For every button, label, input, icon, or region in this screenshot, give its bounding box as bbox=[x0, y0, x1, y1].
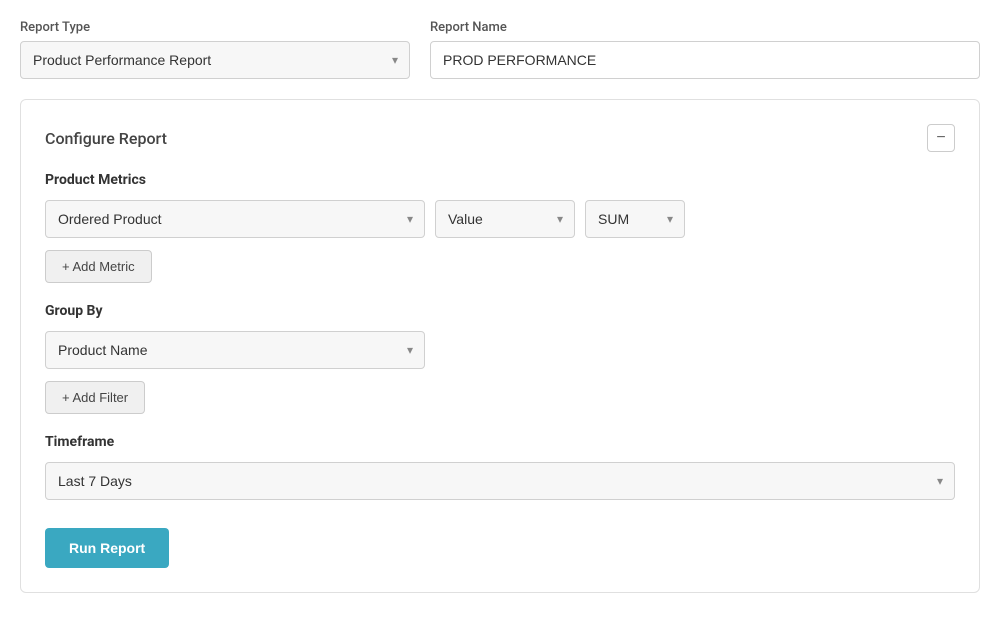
report-type-select-wrapper: Product Performance Report ▾ bbox=[20, 41, 410, 79]
collapse-icon: − bbox=[936, 129, 945, 147]
add-metric-label: + Add Metric bbox=[62, 259, 135, 274]
panel-header: Configure Report − bbox=[45, 124, 955, 152]
product-metrics-label: Product Metrics bbox=[45, 172, 955, 188]
report-name-field: Report Name bbox=[430, 20, 980, 79]
panel-title: Configure Report bbox=[45, 129, 167, 148]
group-by-section: Group By Product Name ▾ + Add Filter bbox=[45, 303, 955, 414]
timeframe-select-wrapper: Last 7 Days ▾ bbox=[45, 462, 955, 500]
report-name-input[interactable] bbox=[430, 41, 980, 79]
timeframe-section: Timeframe Last 7 Days ▾ bbox=[45, 434, 955, 500]
product-metrics-section: Product Metrics Ordered Product ▾ Value … bbox=[45, 172, 955, 283]
collapse-button[interactable]: − bbox=[927, 124, 955, 152]
report-type-field: Report Type Product Performance Report ▾ bbox=[20, 20, 410, 79]
ordered-product-select[interactable]: Ordered Product bbox=[45, 200, 425, 238]
add-filter-label: + Add Filter bbox=[62, 390, 128, 405]
timeframe-select[interactable]: Last 7 Days bbox=[45, 462, 955, 500]
group-by-row: Product Name ▾ bbox=[45, 331, 955, 369]
report-name-label: Report Name bbox=[430, 20, 980, 35]
report-type-label: Report Type bbox=[20, 20, 410, 35]
group-by-select[interactable]: Product Name bbox=[45, 331, 425, 369]
configure-report-panel: Configure Report − Product Metrics Order… bbox=[20, 99, 980, 593]
group-by-select-wrapper: Product Name ▾ bbox=[45, 331, 425, 369]
ordered-product-select-wrapper: Ordered Product ▾ bbox=[45, 200, 425, 238]
group-by-label: Group By bbox=[45, 303, 955, 319]
metric-row: Ordered Product ▾ Value ▾ SUM ▾ bbox=[45, 200, 955, 238]
run-report-label: Run Report bbox=[69, 540, 145, 556]
add-metric-button[interactable]: + Add Metric bbox=[45, 250, 152, 283]
timeframe-label: Timeframe bbox=[45, 434, 955, 450]
add-filter-button[interactable]: + Add Filter bbox=[45, 381, 145, 414]
sum-select[interactable]: SUM bbox=[585, 200, 685, 238]
report-type-select[interactable]: Product Performance Report bbox=[20, 41, 410, 79]
sum-select-wrapper: SUM ▾ bbox=[585, 200, 685, 238]
value-select[interactable]: Value bbox=[435, 200, 575, 238]
value-select-wrapper: Value ▾ bbox=[435, 200, 575, 238]
run-report-button[interactable]: Run Report bbox=[45, 528, 169, 568]
